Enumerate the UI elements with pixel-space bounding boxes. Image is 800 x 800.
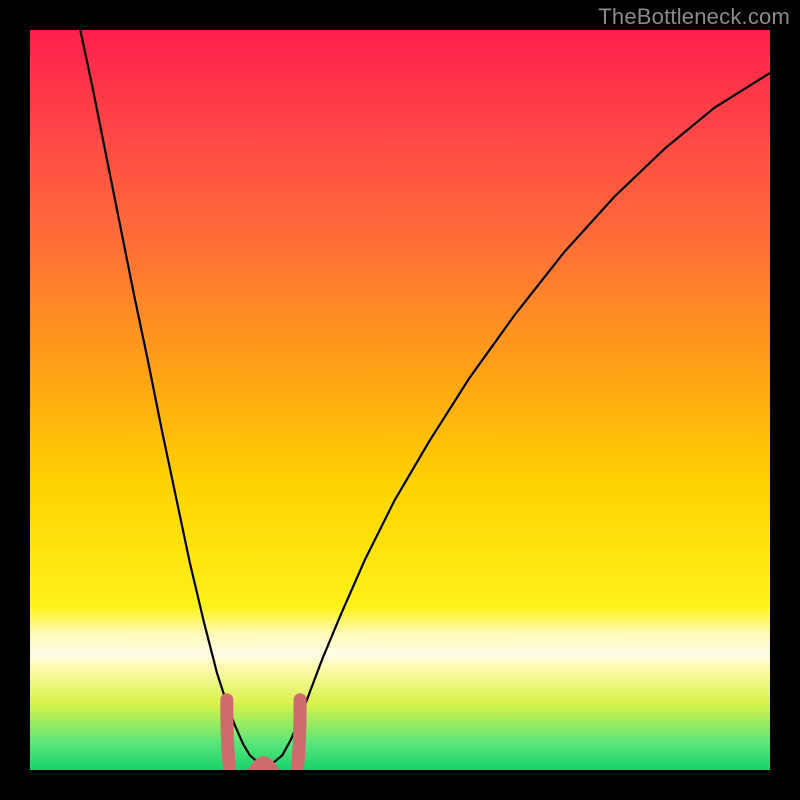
- dip-marker-path: [227, 700, 300, 770]
- bottleneck-curve-path: [80, 30, 770, 765]
- watermark-text: TheBottleneck.com: [598, 4, 790, 30]
- curve-layer: [30, 30, 770, 770]
- plot-area: [30, 30, 770, 770]
- chart-frame: TheBottleneck.com: [0, 0, 800, 800]
